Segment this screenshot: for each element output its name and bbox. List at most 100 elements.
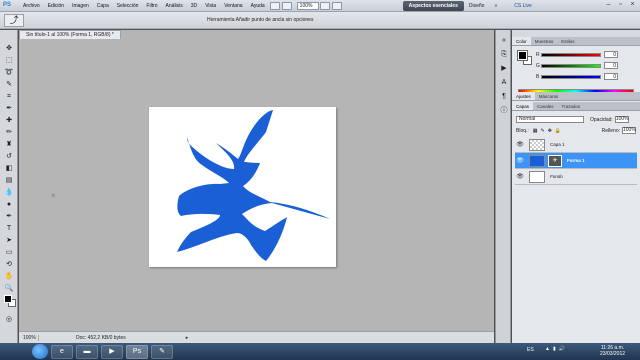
marquee-tool-icon[interactable]: ⬚: [3, 56, 15, 66]
blue-freeform-shape[interactable]: [177, 110, 330, 261]
path-selection-tool-icon[interactable]: ➤: [3, 236, 15, 246]
red-slider[interactable]: [541, 52, 601, 57]
pen-tool-icon[interactable]: ✒: [3, 212, 15, 222]
menu-ventana[interactable]: Ventana: [220, 0, 246, 12]
minimize-icon[interactable]: –: [603, 1, 614, 10]
red-slider-row: R 0: [536, 50, 636, 59]
document-canvas[interactable]: [149, 107, 336, 267]
info-panel-icon[interactable]: ⓘ: [499, 106, 509, 116]
tool-preset-picker[interactable]: ⤴: [4, 13, 24, 27]
green-slider[interactable]: [541, 63, 601, 68]
opacity-field[interactable]: 100%: [614, 116, 629, 123]
quick-mask-icon[interactable]: ◎: [3, 315, 15, 325]
layer-row[interactable]: 👁 Fondo: [515, 169, 637, 185]
blur-tool-icon[interactable]: 💧: [3, 188, 15, 198]
zoom-level-field[interactable]: 100%: [296, 1, 319, 10]
menu-archivo[interactable]: Archivo: [19, 0, 44, 12]
menu-edicion[interactable]: Edición: [44, 0, 68, 12]
tab-paths[interactable]: Trazados: [558, 102, 585, 110]
clone-stamp-tool-icon[interactable]: ♜: [3, 140, 15, 150]
blend-mode-select[interactable]: Normal: [516, 116, 584, 123]
zoom-tool-icon[interactable]: 🔍: [3, 284, 15, 294]
taskbar-explorer-icon[interactable]: ▬: [76, 344, 98, 359]
move-tool-icon[interactable]: ✥: [3, 44, 15, 54]
lock-options-icon[interactable]: ▦✎✥🔒: [533, 128, 564, 134]
actions-panel-icon[interactable]: ▶: [499, 64, 509, 74]
adjustments-panel-tabs: Ajustes Máscaras: [512, 92, 640, 101]
status-menu-arrow-icon[interactable]: ▸: [186, 335, 189, 341]
menu-seleccion[interactable]: Selección: [113, 0, 143, 12]
system-tray-icons[interactable]: ▲▮🔊: [545, 346, 568, 352]
history-brush-tool-icon[interactable]: ↺: [3, 152, 15, 162]
crop-tool-icon[interactable]: ⌗: [3, 92, 15, 102]
menu-3d[interactable]: 3D: [187, 0, 201, 12]
tab-swatches[interactable]: Muestras: [531, 37, 558, 45]
close-icon[interactable]: ×: [627, 1, 638, 10]
menu-filtro[interactable]: Filtro: [142, 0, 161, 12]
taskbar-media-icon[interactable]: ▶: [101, 344, 123, 359]
layer-row[interactable]: 👁 Capa 1: [515, 137, 637, 153]
eye-icon[interactable]: 👁: [515, 173, 525, 180]
eraser-tool-icon[interactable]: ◧: [3, 164, 15, 174]
menu-capa[interactable]: Capa: [93, 0, 113, 12]
taskbar-photoshop-icon[interactable]: Ps: [126, 344, 148, 359]
workspace-essentials-button[interactable]: Aspectos esenciales: [402, 0, 464, 11]
cs-live-button[interactable]: CS Live: [514, 0, 532, 12]
hand-tool-icon[interactable]: ✋: [3, 272, 15, 282]
tab-adjustments[interactable]: Ajustes: [512, 92, 535, 100]
taskbar-clock[interactable]: 11:26 a.m. 23/03/2012: [600, 345, 625, 357]
bridge-button[interactable]: [269, 1, 280, 10]
tab-layers[interactable]: Capas: [512, 102, 534, 110]
language-indicator[interactable]: ES: [527, 347, 534, 353]
taskbar-ie-icon[interactable]: e: [51, 344, 73, 359]
opacity-label: Opacidad:: [590, 116, 613, 123]
status-bar: 100% Doc: 452,2 KB/0 bytes ▸: [19, 331, 494, 343]
healing-brush-tool-icon[interactable]: ✚: [3, 116, 15, 126]
status-document-size[interactable]: Doc: 452,2 KB/0 bytes: [76, 335, 126, 341]
blue-slider-row: B 0: [536, 72, 636, 81]
workspace-more-icon[interactable]: »: [489, 0, 502, 12]
tab-styles[interactable]: Estilos: [557, 37, 578, 45]
menu-analisis[interactable]: Análisis: [162, 0, 187, 12]
history-panel-icon[interactable]: ⎘: [499, 50, 509, 60]
menu-vista[interactable]: Vista: [201, 0, 220, 12]
paragraph-panel-icon[interactable]: ¶: [499, 92, 509, 102]
brush-tool-icon[interactable]: ✏: [3, 128, 15, 138]
lasso-tool-icon[interactable]: ➰: [3, 68, 15, 78]
dodge-tool-icon[interactable]: ●: [3, 200, 15, 210]
panel-icon-strip: « ⎘ ▶ A ¶ ⓘ: [495, 30, 511, 343]
restore-icon[interactable]: ▫: [615, 1, 626, 10]
eye-icon[interactable]: 👁: [515, 157, 525, 164]
eyedropper-tool-icon[interactable]: ✒: [3, 104, 15, 114]
tab-channels[interactable]: Canales: [533, 102, 558, 110]
3d-rotate-tool-icon[interactable]: ⟲: [3, 260, 15, 270]
status-zoom-field[interactable]: 100%: [19, 334, 39, 341]
arrange-documents-button[interactable]: [331, 1, 342, 10]
start-button[interactable]: [32, 344, 48, 359]
blue-value-field[interactable]: 0: [604, 73, 618, 80]
red-value-field[interactable]: 0: [604, 51, 618, 58]
fill-field[interactable]: 100%: [622, 127, 636, 134]
quick-select-tool-icon[interactable]: ✎: [3, 80, 15, 90]
blue-slider[interactable]: [541, 74, 601, 79]
foreground-color-swatch[interactable]: [4, 295, 12, 303]
gradient-tool-icon[interactable]: ▤: [3, 176, 15, 186]
document-tab[interactable]: Sin título-1 al 100% (Forma 1, RGB/8) *: [19, 30, 121, 39]
type-tool-icon[interactable]: T: [3, 224, 15, 234]
clock-date: 23/03/2012: [600, 351, 626, 357]
eye-icon[interactable]: 👁: [515, 141, 525, 148]
color-panel-foreground-swatch[interactable]: [517, 50, 528, 61]
tab-color[interactable]: Color: [512, 37, 531, 45]
collapse-panels-icon[interactable]: «: [499, 36, 509, 46]
menu-ayuda[interactable]: Ayuda: [247, 0, 269, 12]
taskbar-paint-icon[interactable]: ✎: [151, 344, 173, 359]
layer-row[interactable]: 👁 ✈ Forma 1: [515, 153, 637, 169]
minibridge-button[interactable]: [281, 1, 292, 10]
tab-masks[interactable]: Máscaras: [535, 92, 563, 100]
view-extras-button[interactable]: [319, 1, 330, 10]
green-value-field[interactable]: 0: [604, 62, 618, 69]
menu-imagen[interactable]: Imagen: [68, 0, 93, 12]
shape-tool-icon[interactable]: ▭: [3, 248, 15, 258]
character-panel-icon[interactable]: A: [499, 78, 509, 88]
workspace-design-button[interactable]: Diseño: [464, 0, 490, 12]
